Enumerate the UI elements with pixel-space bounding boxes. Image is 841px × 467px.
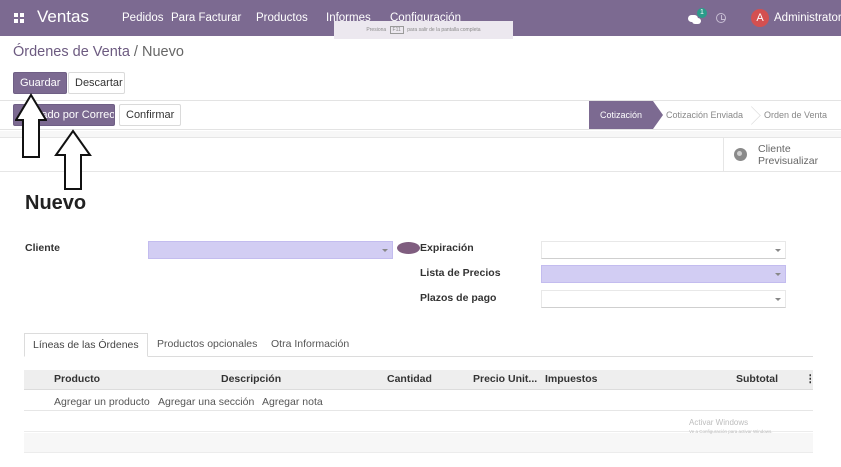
up-arrow-annotation-icon bbox=[54, 129, 92, 190]
avatar[interactable]: A bbox=[751, 9, 769, 27]
pricelist-field[interactable] bbox=[541, 265, 786, 283]
chat-count-badge: 1 bbox=[697, 8, 707, 18]
watermark-line2: Ve a Configuración para activar Windows. bbox=[689, 429, 773, 434]
menu-para-facturar[interactable]: Para Facturar bbox=[171, 12, 241, 24]
field-highlight-marker bbox=[397, 242, 420, 254]
add-product-link[interactable]: Agregar un producto bbox=[54, 396, 150, 408]
stage-cotizacion[interactable]: Cotización bbox=[589, 101, 663, 129]
chevron-down-icon[interactable] bbox=[775, 273, 781, 276]
fullscreen-tip-key: F11 bbox=[389, 26, 404, 34]
breadcrumb-current: Nuevo bbox=[142, 44, 184, 60]
confirm-button[interactable]: Confirmar bbox=[119, 104, 182, 126]
chevron-down-icon[interactable] bbox=[775, 298, 781, 301]
chevron-down-icon[interactable] bbox=[775, 249, 781, 252]
add-note-link[interactable]: Agregar nota bbox=[262, 396, 323, 408]
table-row bbox=[24, 433, 813, 453]
app-brand[interactable]: Ventas bbox=[37, 7, 89, 27]
windows-activation-watermark: Activar Windows Ve a Configuración para … bbox=[689, 418, 773, 436]
tab-other-info[interactable]: Otra Información bbox=[263, 333, 357, 357]
column-header-product[interactable]: Producto bbox=[54, 373, 100, 385]
column-header-unit-price[interactable]: Precio Unit... bbox=[473, 373, 537, 385]
column-header-quantity[interactable]: Cantidad bbox=[387, 373, 432, 385]
pricelist-label: Lista de Precios bbox=[420, 267, 501, 279]
tab-order-lines[interactable]: Líneas de las Órdenes bbox=[24, 333, 148, 357]
breadcrumb: Órdenes de Venta / Nuevo bbox=[13, 44, 184, 60]
column-header-subtotal[interactable]: Subtotal bbox=[736, 373, 778, 385]
column-header-taxes[interactable]: Impuestos bbox=[545, 373, 598, 385]
globe-icon bbox=[734, 148, 747, 161]
payment-terms-field[interactable] bbox=[541, 290, 786, 308]
stage-orden-de-venta[interactable]: Orden de Venta bbox=[764, 101, 827, 129]
customer-label: Cliente bbox=[25, 242, 61, 254]
stage-cotizacion-enviada[interactable]: Cotización Enviada bbox=[666, 101, 743, 129]
fullscreen-tooltip: Presiona F11 para salir de la pantalla c… bbox=[334, 21, 513, 39]
fullscreen-tip-after: para salir de la pantalla completa bbox=[407, 27, 481, 33]
customer-field[interactable] bbox=[148, 241, 393, 259]
chevron-down-icon[interactable] bbox=[382, 249, 388, 252]
smart-button-box bbox=[0, 137, 841, 172]
expiration-date-field[interactable] bbox=[541, 241, 786, 259]
discard-button[interactable]: Descartar bbox=[68, 72, 125, 94]
menu-productos[interactable]: Productos bbox=[256, 12, 308, 24]
add-section-link[interactable]: Agregar una sección bbox=[158, 396, 254, 408]
breadcrumb-parent[interactable]: Órdenes de Venta bbox=[13, 44, 130, 60]
record-title: Nuevo bbox=[25, 192, 87, 214]
watermark-line1: Activar Windows bbox=[689, 418, 749, 427]
menu-pedidos[interactable]: Pedidos bbox=[122, 12, 164, 24]
tab-optional-products[interactable]: Productos opcionales bbox=[149, 333, 265, 357]
stage-separator bbox=[748, 101, 759, 129]
activity-clock-icon[interactable] bbox=[716, 13, 726, 23]
breadcrumb-separator: / bbox=[129, 44, 142, 60]
preview-label-line1: Cliente bbox=[758, 143, 791, 155]
expiration-label: Expiración bbox=[420, 242, 474, 254]
customer-preview-label[interactable]: Cliente Previsualizar bbox=[758, 143, 818, 167]
payment-terms-label: Plazos de pago bbox=[420, 292, 497, 304]
column-options-icon[interactable]: ⋮ bbox=[805, 373, 816, 385]
column-header-description[interactable]: Descripción bbox=[221, 373, 281, 385]
up-arrow-annotation-icon bbox=[15, 93, 47, 158]
fullscreen-tip-before: Presiona bbox=[366, 27, 387, 33]
save-button[interactable]: Guardar bbox=[13, 72, 68, 94]
top-navbar: Ventas Pedidos Para Facturar Productos I… bbox=[0, 0, 841, 39]
user-menu[interactable]: Administrator bbox=[774, 12, 841, 24]
apps-grid-icon[interactable] bbox=[14, 13, 25, 23]
preview-label-line2: Previsualizar bbox=[758, 155, 819, 167]
